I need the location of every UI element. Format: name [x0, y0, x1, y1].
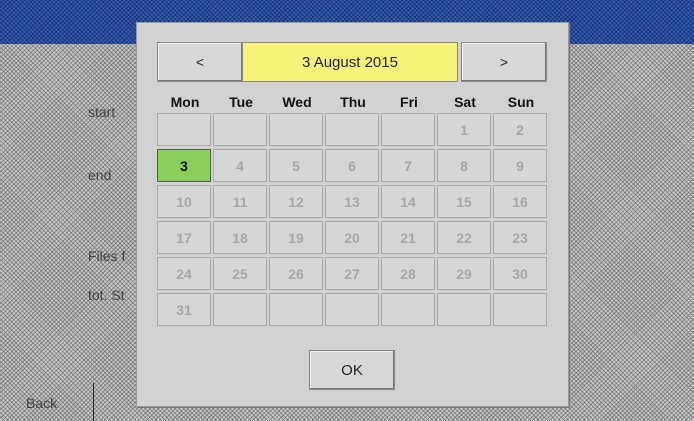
day-cell[interactable]: 2	[493, 113, 547, 146]
current-date-display: 3 August 2015	[242, 42, 458, 82]
day-cell[interactable]: 24	[157, 257, 211, 290]
day-cell[interactable]: 26	[269, 257, 323, 290]
empty-day-cell	[325, 293, 379, 326]
day-cell[interactable]: 5	[269, 149, 323, 182]
date-picker-dialog: < 3 August 2015 > Mon Tue Wed Thu Fri Sat Sun …	[136, 22, 569, 407]
weekday-header: Mon Tue Wed Thu Fri Sat Sun	[157, 94, 547, 110]
total-label: tot. St	[88, 287, 125, 303]
day-cell[interactable]: 19	[269, 221, 323, 254]
empty-day-cell	[325, 113, 379, 146]
weekday-label: Fri	[400, 94, 418, 110]
day-cell[interactable]: 4	[213, 149, 267, 182]
day-cell[interactable]: 17	[157, 221, 211, 254]
day-cell[interactable]: 30	[493, 257, 547, 290]
weekday-label: Sun	[507, 94, 535, 110]
day-cell[interactable]: 11	[213, 185, 267, 218]
day-cell[interactable]: 13	[325, 185, 379, 218]
day-cell[interactable]: 20	[325, 221, 379, 254]
day-cell[interactable]: 10	[157, 185, 211, 218]
empty-day-cell	[269, 113, 323, 146]
day-cell[interactable]: 23	[493, 221, 547, 254]
day-cell[interactable]: 8	[437, 149, 491, 182]
empty-day-cell	[381, 293, 435, 326]
calendar-grid: 1 2 3 4 5 6 7 8 9 10 11 12 13 14 15 16 17 18 19 20 21 22 23 24 2…	[157, 113, 547, 326]
weekday-label: Sat	[454, 94, 476, 110]
day-cell[interactable]: 12	[269, 185, 323, 218]
weekday-label: Tue	[229, 94, 253, 110]
empty-day-cell	[381, 113, 435, 146]
day-cell[interactable]: 22	[437, 221, 491, 254]
files-label: Files f	[88, 248, 126, 264]
day-cell[interactable]: 25	[213, 257, 267, 290]
previous-month-button[interactable]: <	[157, 42, 243, 82]
empty-day-cell	[269, 293, 323, 326]
weekday-label: Mon	[170, 94, 200, 110]
ok-button[interactable]: OK	[309, 350, 395, 390]
weekday-label: Wed	[282, 94, 312, 110]
empty-day-cell	[157, 113, 211, 146]
day-cell[interactable]: 14	[381, 185, 435, 218]
weekday-label: Thu	[340, 94, 366, 110]
day-cell[interactable]: 1	[437, 113, 491, 146]
empty-day-cell	[493, 293, 547, 326]
day-cell[interactable]: 18	[213, 221, 267, 254]
day-cell[interactable]: 6	[325, 149, 379, 182]
end-label: end	[88, 167, 112, 183]
next-month-button[interactable]: >	[461, 42, 547, 82]
day-cell[interactable]: 15	[437, 185, 491, 218]
day-cell[interactable]: 9	[493, 149, 547, 182]
day-cell[interactable]: 7	[381, 149, 435, 182]
day-cell[interactable]: 29	[437, 257, 491, 290]
divider	[93, 383, 94, 421]
day-cell[interactable]: 16	[493, 185, 547, 218]
day-cell[interactable]: 31	[157, 293, 211, 326]
empty-day-cell	[213, 113, 267, 146]
empty-day-cell	[213, 293, 267, 326]
day-cell[interactable]: 21	[381, 221, 435, 254]
day-cell[interactable]: 28	[381, 257, 435, 290]
selected-day-cell[interactable]: 3	[157, 149, 211, 182]
start-label: start	[88, 104, 116, 120]
day-cell[interactable]: 27	[325, 257, 379, 290]
empty-day-cell	[437, 293, 491, 326]
back-button[interactable]: Back	[26, 395, 57, 411]
